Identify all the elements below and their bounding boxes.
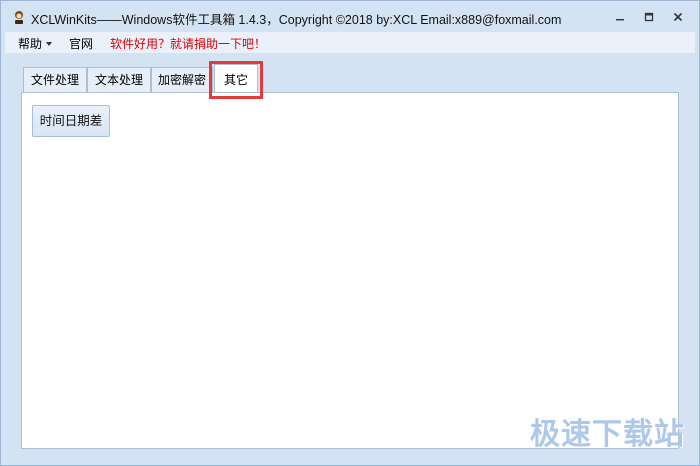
close-button[interactable] — [667, 8, 689, 26]
chevron-down-icon — [46, 42, 53, 46]
minimize-icon — [616, 19, 624, 21]
tab-encryption[interactable]: 加密解密 — [151, 67, 213, 93]
maximize-icon — [644, 12, 654, 22]
menu-website[interactable]: 官网 — [69, 35, 93, 52]
tab-file-processing[interactable]: 文件处理 — [23, 67, 87, 93]
menu-help-label: 帮助 — [18, 37, 43, 51]
close-icon — [673, 12, 683, 22]
app-window: XCLWinKits——Windows软件工具箱 1.4.3，Copyright… — [0, 0, 700, 466]
tab-content-panel: 时间日期差 — [21, 92, 679, 449]
window-title: XCLWinKits——Windows软件工具箱 1.4.3，Copyright… — [31, 13, 562, 27]
menu-help[interactable]: 帮助 — [18, 35, 53, 52]
tab-other[interactable]: 其它 — [214, 64, 258, 94]
menu-donate[interactable]: 软件好用？就请捐助一下吧！ — [110, 35, 266, 52]
maximize-button[interactable] — [638, 8, 660, 26]
minimize-button[interactable] — [609, 8, 631, 26]
menu-bar: 帮助 官网 软件好用？就请捐助一下吧！ — [5, 32, 695, 54]
watermark: 极速下载站 — [530, 417, 685, 452]
app-icon — [15, 11, 23, 24]
tab-text-processing[interactable]: 文本处理 — [87, 67, 151, 93]
title-bar[interactable]: XCLWinKits——Windows软件工具箱 1.4.3，Copyright… — [1, 1, 699, 32]
datetime-diff-button[interactable]: 时间日期差 — [32, 105, 110, 137]
